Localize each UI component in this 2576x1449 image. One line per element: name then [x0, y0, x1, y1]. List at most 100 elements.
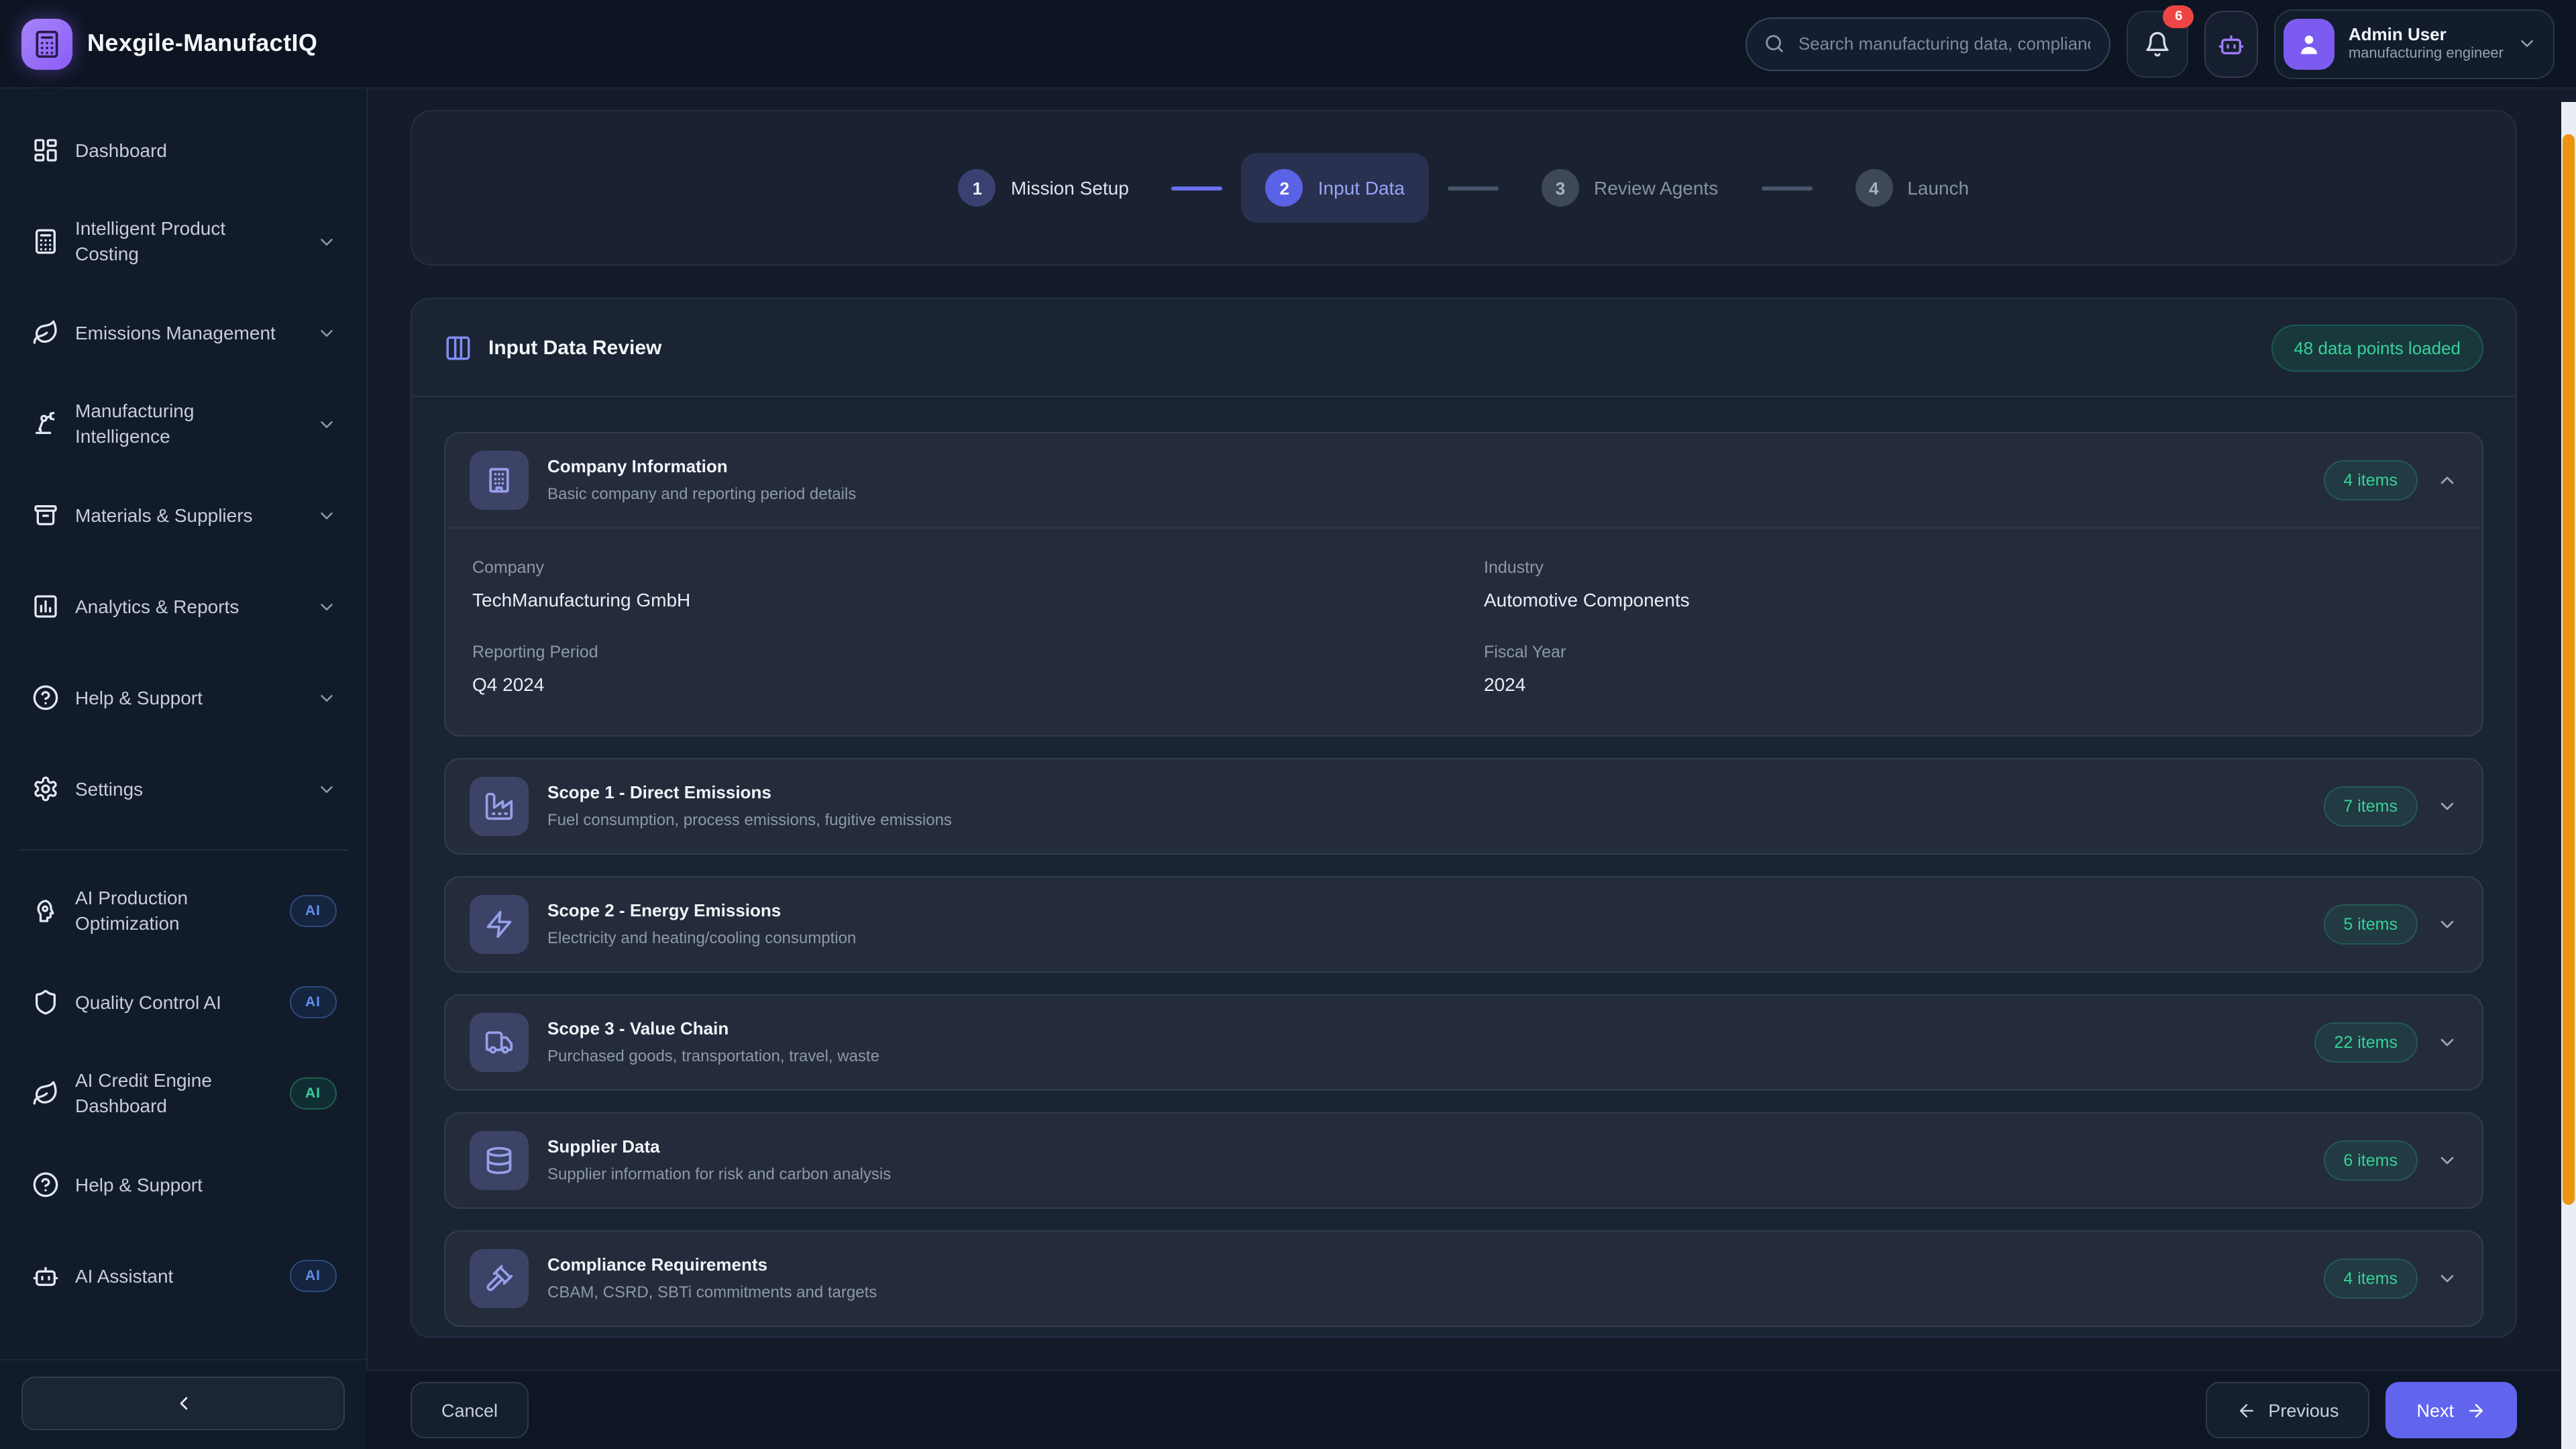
app-logo-calculator-icon: [21, 18, 72, 69]
analytics-icon: [32, 593, 59, 620]
field-value: Q4 2024: [472, 674, 1444, 695]
search-icon: [1764, 32, 1786, 54]
building-icon: [470, 451, 529, 510]
sidebar-item-ai-production-optimization[interactable]: AI Production Optimization AI: [16, 869, 350, 953]
chevron-down-icon: [317, 779, 337, 799]
sidebar-item-manufacturing-intelligence[interactable]: Manufacturing Intelligence: [16, 382, 350, 466]
scrollbar-thumb[interactable]: [2563, 134, 2575, 1205]
user-meta: Admin User manufacturing engineer: [2349, 23, 2504, 64]
chevron-down-icon: [317, 688, 337, 708]
app-root: Nexgile-ManufactIQ 6 Admi: [0, 0, 2576, 1449]
section-title: Supplier Data: [547, 1136, 891, 1159]
sidebar-item-help-support[interactable]: Help & Support: [16, 1143, 350, 1226]
chevron-down-icon: [317, 596, 337, 616]
data-field: Industry Automotive Components: [1484, 558, 2455, 610]
section-subtitle: CBAM, CSRD, SBTi commitments and targets: [547, 1282, 877, 1303]
section-header[interactable]: Scope 3 - Value Chain Purchased goods, t…: [445, 996, 2482, 1089]
sidebar-item-label: Settings: [75, 776, 276, 802]
data-field: Company TechManufacturing GmbH: [472, 558, 1444, 610]
step-connector: [1761, 186, 1812, 190]
sidebar-item-materials-suppliers[interactable]: Materials & Suppliers: [16, 474, 350, 557]
sidebar-item-ai-assistant[interactable]: AI Assistant AI: [16, 1234, 350, 1318]
scrollbar-track[interactable]: [2561, 102, 2576, 1449]
sidebar-item-analytics-reports[interactable]: Analytics & Reports: [16, 565, 350, 648]
step-connector: [1448, 186, 1499, 190]
section-header[interactable]: Compliance Requirements CBAM, CSRD, SBTi…: [445, 1232, 2482, 1326]
items-count-badge: 6 items: [2323, 1140, 2418, 1181]
step-number: 1: [959, 169, 996, 207]
sidebar-item-quality-control-ai[interactable]: Quality Control AI AI: [16, 961, 350, 1044]
sidebar-item-help-support[interactable]: Help & Support: [16, 656, 350, 739]
input-data-review-panel: Input Data Review 48 data points loaded …: [411, 298, 2517, 1338]
section-title: Scope 2 - Energy Emissions: [547, 900, 856, 923]
field-label: Industry: [1484, 558, 2455, 577]
sidebar-item-label: AI Production Optimization: [75, 885, 273, 936]
sidebar-item-label: Materials & Suppliers: [75, 502, 276, 528]
sidebar-collapse-button[interactable]: [21, 1377, 345, 1430]
sidebar-item-label: Manufacturing Intelligence: [75, 398, 276, 449]
field-label: Company: [472, 558, 1444, 577]
header-ai-bot-button[interactable]: [2205, 10, 2259, 77]
section-title: Company Information: [547, 456, 856, 479]
sidebar-item-label: AI Credit Engine Dashboard: [75, 1068, 273, 1119]
step-label: Mission Setup: [1011, 177, 1129, 199]
ai-badge: AI: [289, 986, 337, 1018]
cancel-button[interactable]: Cancel: [411, 1382, 529, 1438]
avatar-user-icon: [2284, 18, 2335, 69]
sidebar-item-label: Help & Support: [75, 685, 276, 710]
step-review-agents[interactable]: 3 Review Agents: [1517, 153, 1742, 223]
panel-header: Input Data Review 48 data points loaded: [412, 299, 2516, 397]
sidebar-item-dashboard[interactable]: Dashboard: [16, 109, 350, 192]
sidebar-item-label: Dashboard: [75, 138, 276, 163]
chevron-down-icon: [317, 231, 337, 252]
help-icon: [32, 1171, 59, 1198]
field-value: TechManufacturing GmbH: [472, 589, 1444, 610]
sections-list: Company Information Basic company and re…: [412, 397, 2516, 1338]
step-mission-setup[interactable]: 1 Mission Setup: [934, 153, 1153, 223]
field-value: 2024: [1484, 674, 2455, 695]
previous-button[interactable]: Previous: [2205, 1382, 2369, 1438]
notifications-button[interactable]: 6: [2127, 10, 2189, 77]
search-input[interactable]: [1746, 17, 2111, 70]
section-title: Compliance Requirements: [547, 1254, 877, 1277]
section-header[interactable]: Scope 1 - Direct Emissions Fuel consumpt…: [445, 759, 2482, 853]
zap-icon: [470, 895, 529, 954]
sidebar-item-intelligent-product-costing[interactable]: Intelligent Product Costing: [16, 200, 350, 283]
section-subtitle: Fuel consumption, process emissions, fug…: [547, 810, 952, 830]
dashboard-icon: [32, 137, 59, 164]
truck-icon: [470, 1013, 529, 1072]
step-label: Launch: [1907, 177, 1969, 199]
items-count-badge: 7 items: [2323, 786, 2418, 826]
sidebar-item-settings[interactable]: Settings: [16, 747, 350, 830]
sidebar-nav: Dashboard Intelligent Product Costing Em…: [0, 87, 366, 1318]
section-header[interactable]: Supplier Data Supplier information for r…: [445, 1114, 2482, 1208]
next-button[interactable]: Next: [2385, 1382, 2517, 1438]
shield-icon: [32, 989, 59, 1016]
sidebar-item-emissions-management[interactable]: Emissions Management: [16, 291, 350, 374]
user-menu[interactable]: Admin User manufacturing engineer: [2275, 9, 2555, 78]
step-connector: [1172, 186, 1223, 190]
items-count-badge: 4 items: [2323, 1258, 2418, 1299]
help-icon: [32, 684, 59, 711]
chevron-down-icon: [317, 505, 337, 525]
section-header[interactable]: Company Information Basic company and re…: [445, 433, 2482, 527]
chevron-down-icon: [2436, 470, 2458, 491]
step-number: 3: [1542, 169, 1579, 207]
step-launch[interactable]: 4 Launch: [1831, 153, 1993, 223]
sidebar-item-ai-credit-engine-dashboard[interactable]: AI Credit Engine Dashboard AI: [16, 1052, 350, 1135]
chevron-down-icon: [2436, 796, 2458, 817]
database-icon: [470, 1131, 529, 1190]
section-subtitle: Purchased goods, transportation, travel,…: [547, 1046, 879, 1067]
section-title: Scope 3 - Value Chain: [547, 1018, 879, 1041]
section-header[interactable]: Scope 2 - Energy Emissions Electricity a…: [445, 877, 2482, 971]
sidebar-item-label: Intelligent Product Costing: [75, 216, 276, 267]
step-input-data[interactable]: 2 Input Data: [1242, 153, 1429, 223]
section-subtitle: Electricity and heating/cooling consumpt…: [547, 928, 856, 949]
search-box: [1746, 17, 2111, 70]
cancel-label: Cancel: [441, 1400, 498, 1420]
stepper-row: 1 Mission Setup 2 Input Data 3 Review Ag…: [934, 153, 1993, 223]
gavel-icon: [470, 1249, 529, 1308]
factory-icon: [470, 777, 529, 836]
section-compliance-requirements: Compliance Requirements CBAM, CSRD, SBTi…: [444, 1230, 2483, 1327]
section-scope-1-direct-emissions: Scope 1 - Direct Emissions Fuel consumpt…: [444, 758, 2483, 855]
